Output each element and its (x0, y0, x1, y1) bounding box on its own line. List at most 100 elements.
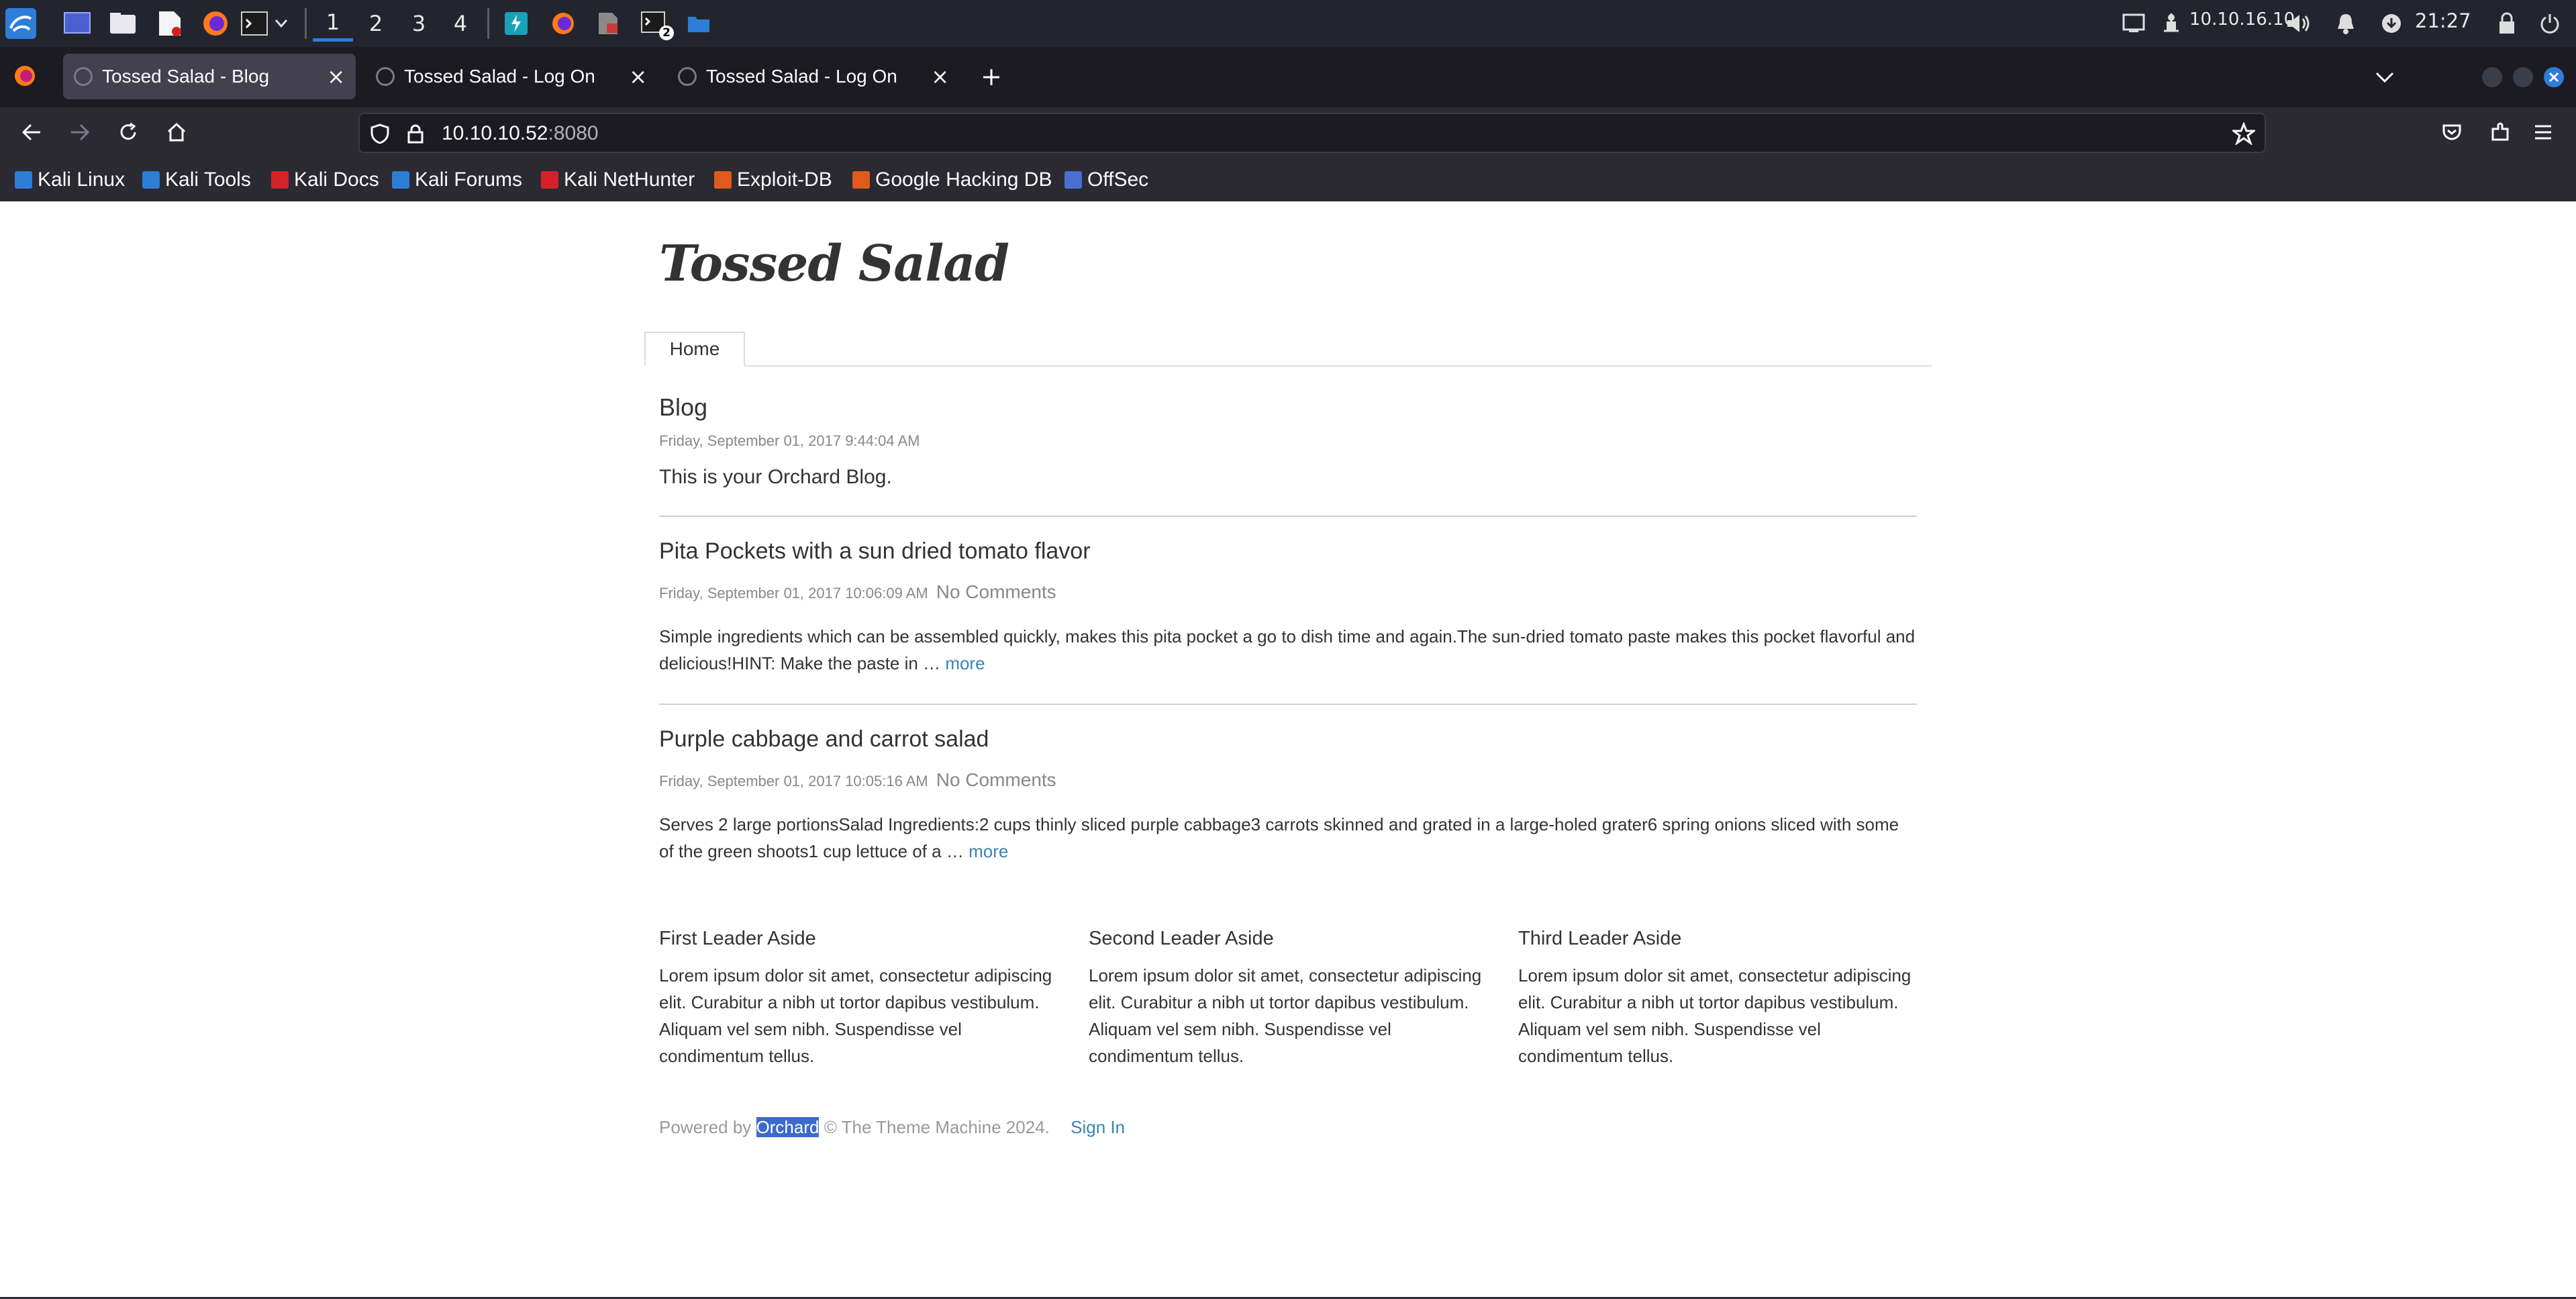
blog-date: Friday, September 01, 2017 9:44:04 AM (659, 432, 920, 449)
bookmark-offsec[interactable]: OffSec (1064, 166, 1148, 193)
bookmark-label: Kali NetHunter (564, 169, 695, 191)
workspace-4[interactable]: 4 (440, 5, 481, 42)
post-excerpt: Serves 2 large portionsSalad Ingredients… (659, 811, 1917, 865)
aside-second: Second Leader Aside Lorem ipsum dolor si… (1089, 928, 1485, 1069)
file-manager-icon[interactable] (107, 8, 138, 39)
lock-icon[interactable] (407, 124, 424, 146)
url-text[interactable]: 10.10.10.52:8080 (442, 122, 599, 145)
more-link[interactable]: more (945, 653, 985, 673)
aside-first: First Leader Aside Lorem ipsum dolor sit… (659, 928, 1055, 1069)
kali-menu-icon[interactable] (5, 8, 36, 39)
orchard-favicon-icon (376, 67, 395, 86)
powered-by-text: Powered by (659, 1117, 752, 1137)
pocket-icon[interactable] (2435, 115, 2469, 149)
bookmark-label: Kali Forums (415, 169, 523, 191)
clock[interactable]: 21:27 (2415, 9, 2471, 32)
bookmark-label: Google Hacking DB (875, 169, 1052, 191)
update-icon[interactable] (2376, 8, 2407, 39)
offsec-icon (1064, 171, 1082, 189)
desktop-icon[interactable] (62, 8, 93, 39)
new-tab-icon[interactable] (976, 62, 1007, 93)
site-title[interactable]: Tossed Salad (659, 235, 1009, 293)
terminal-icon[interactable]: 2 (639, 8, 674, 40)
close-tab-icon[interactable]: × (629, 63, 647, 90)
shield-icon[interactable] (370, 124, 389, 146)
menu-divider (644, 365, 1932, 367)
nav-home[interactable]: Home (644, 332, 745, 367)
bookmark-google-hacking-db[interactable]: Google Hacking DB (852, 166, 1052, 193)
network-icon[interactable] (2156, 8, 2187, 39)
panel-separator (487, 8, 489, 39)
lock-icon[interactable] (2491, 8, 2522, 39)
more-link[interactable]: more (969, 841, 1008, 861)
workspace-label: 2 (368, 11, 383, 36)
bell-icon[interactable] (2330, 8, 2361, 39)
post-comments: No Comments (936, 581, 1056, 602)
tab-blog[interactable]: Tossed Salad - Blog × (63, 54, 356, 99)
post-excerpt-text: Serves 2 large portionsSalad Ingredients… (659, 814, 1899, 861)
folder-icon[interactable] (683, 8, 714, 39)
volume-icon[interactable] (2283, 8, 2314, 39)
close-window-icon[interactable] (2538, 62, 2569, 93)
home-icon[interactable] (160, 115, 193, 149)
footer: Powered by Orchard © The Theme Machine 2… (659, 1117, 1125, 1138)
workspace-3[interactable]: 3 (399, 5, 439, 42)
kali-forums-icon (392, 171, 409, 189)
url-host: 10.10.10.52 (442, 122, 548, 144)
minimize-window-icon[interactable] (2477, 62, 2508, 93)
post-date: Friday, September 01, 2017 10:06:09 AM (659, 585, 928, 602)
pdf-icon[interactable] (593, 8, 624, 39)
back-icon[interactable] (15, 115, 48, 149)
power-icon[interactable] (2534, 8, 2565, 39)
tab-log-on-2[interactable]: Tossed Salad - Log On × (667, 54, 960, 99)
bookmark-label: Kali Tools (165, 169, 251, 191)
extensions-icon[interactable] (2483, 115, 2517, 149)
orchard-link[interactable]: Orchard (756, 1117, 820, 1137)
firefox-icon[interactable] (200, 8, 231, 39)
workspace-1[interactable]: 1 (313, 5, 353, 42)
kali-docs-icon (271, 171, 289, 189)
bookmark-kali-nethunter[interactable]: Kali NetHunter (541, 166, 695, 193)
blog-description: This is your Orchard Blog. (659, 466, 892, 488)
bookmark-kali-tools[interactable]: Kali Tools (142, 166, 251, 193)
aside-title: First Leader Aside (659, 928, 816, 949)
aside-title: Second Leader Aside (1089, 928, 1274, 949)
blog-heading: Blog (659, 393, 708, 421)
maximize-window-icon[interactable] (2508, 62, 2538, 93)
workspace-2[interactable]: 2 (356, 5, 396, 42)
bookmark-kali-docs[interactable]: Kali Docs (271, 166, 379, 193)
chevron-down-icon[interactable] (271, 8, 291, 39)
post-title-link[interactable]: Purple cabbage and carrot salad (659, 726, 989, 753)
close-tab-icon[interactable]: × (931, 63, 949, 90)
ip-address: 10.10.16.10 (2189, 9, 2295, 30)
url-port: :8080 (548, 122, 599, 144)
bookmark-kali-linux[interactable]: Kali Linux (15, 166, 125, 193)
list-all-tabs-icon[interactable] (2369, 62, 2400, 93)
post-title-link[interactable]: Pita Pockets with a sun dried tomato fla… (659, 538, 1091, 565)
post-comments: No Comments (936, 769, 1056, 790)
forward-icon[interactable] (63, 115, 97, 149)
terminal-icon[interactable] (239, 8, 270, 39)
text-editor-icon[interactable] (154, 8, 185, 39)
display-icon[interactable] (2118, 8, 2149, 39)
reload-icon[interactable] (111, 115, 145, 149)
post-excerpt: Simple ingredients which can be assemble… (659, 623, 1917, 677)
close-tab-icon[interactable]: × (327, 63, 345, 90)
firefox-icon[interactable] (548, 8, 579, 39)
firefox-view-icon[interactable] (9, 60, 40, 91)
ghdb-icon (852, 171, 870, 189)
post-excerpt-text: Simple ingredients which can be assemble… (659, 626, 1916, 673)
url-bar[interactable]: 10.10.10.52:8080 (358, 113, 2266, 153)
burp-icon[interactable] (501, 8, 532, 39)
sign-in-link[interactable]: Sign In (1071, 1117, 1125, 1137)
bookmark-label: Kali Docs (294, 169, 379, 191)
tab-log-on-1[interactable]: Tossed Salad - Log On × (365, 54, 658, 99)
aside-text: Lorem ipsum dolor sit amet, consectetur … (1089, 965, 1482, 1066)
bookmark-kali-forums[interactable]: Kali Forums (392, 166, 522, 193)
bookmark-exploit-db[interactable]: Exploit-DB (714, 166, 832, 193)
app-menu-icon[interactable] (2526, 115, 2560, 149)
aside-text: Lorem ipsum dolor sit amet, consectetur … (1518, 965, 1912, 1066)
bookmark-star-icon[interactable] (2230, 121, 2257, 148)
bookmark-label: Exploit-DB (737, 169, 832, 191)
bookmark-label: OffSec (1087, 169, 1149, 191)
